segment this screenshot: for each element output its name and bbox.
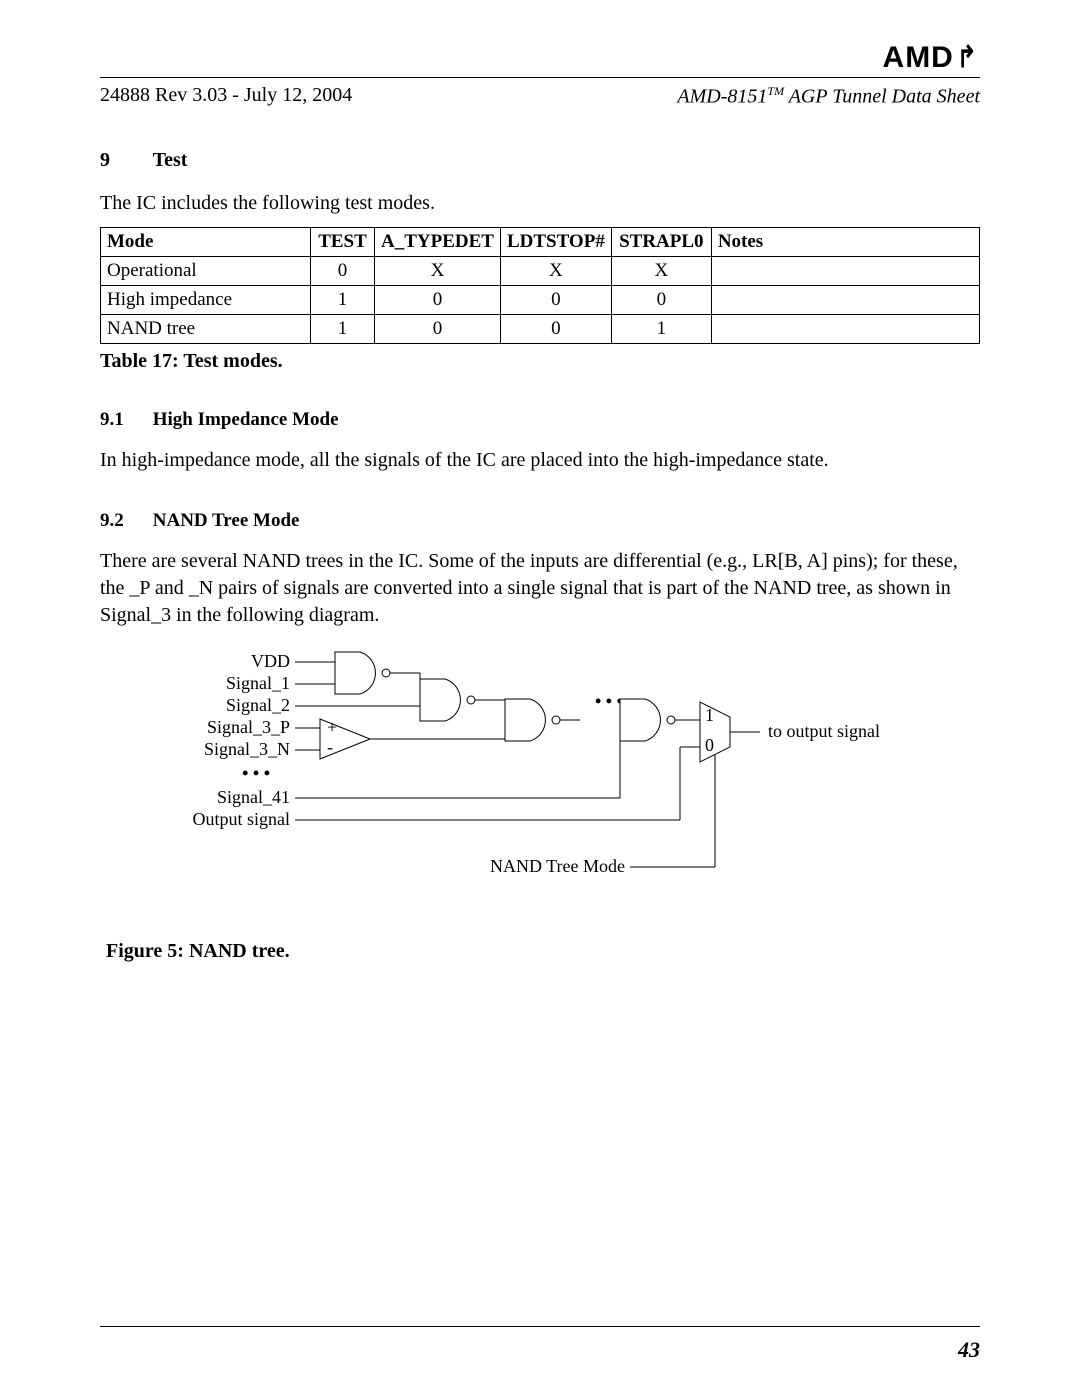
nand-tree-diagram: VDD Signal_1 Signal_2 Signal_3_P Signal_… [160,647,980,912]
figure-caption: Figure 5: NAND tree. [106,940,980,963]
cell-strap: 1 [611,314,711,343]
label-sig41: Signal_41 [217,787,290,807]
dots-mid: • • • [595,691,623,711]
cell-ldt: 0 [500,314,611,343]
mux-input-0: 0 [705,735,714,755]
cell-notes [711,285,979,314]
th-notes: Notes [711,227,979,256]
sub2-title: NAND Tree Mode [153,510,300,531]
subsection-heading-2: 9.2 NAND Tree Mode [100,510,980,532]
cell-mode: High impedance [101,285,311,314]
minus-label: - [327,737,333,757]
section-heading: 9 Test [100,149,980,172]
logo-arrow-icon: ↱ [956,40,977,75]
nand-tree-svg: VDD Signal_1 Signal_2 Signal_3_P Signal_… [160,647,880,907]
label-sig2: Signal_2 [226,695,290,715]
table-row: Operational 0 X X X [101,256,980,285]
sub1-title: High Impedance Mode [153,409,339,430]
cell-test: 1 [311,285,375,314]
label-outsig: Output signal [193,809,291,829]
doc-title-suffix: AGP Tunnel Data Sheet [784,86,980,108]
header-left: 24888 Rev 3.03 - July 12, 2004 [100,84,352,109]
intro-text: The IC includes the following test modes… [100,190,980,217]
sub2-num: 9.2 [100,510,148,532]
cell-ldt: 0 [500,285,611,314]
header-rule [100,77,980,78]
plus-label: + [327,717,337,737]
cell-test: 0 [311,256,375,285]
mux-input-1: 1 [705,705,714,725]
cell-test: 1 [311,314,375,343]
table-caption: Table 17: Test modes. [100,350,980,373]
cell-atype: 0 [375,285,501,314]
to-output-label: to output signal [768,721,880,741]
th-ldt: LDTSTOP# [500,227,611,256]
logo-text: AMD [883,41,954,74]
amd-logo: AMD↱ [100,40,980,75]
cell-mode: Operational [101,256,311,285]
th-mode: Mode [101,227,311,256]
cell-strap: X [611,256,711,285]
subsection-heading-1: 9.1 High Impedance Mode [100,409,980,431]
th-strap: STRAPL0 [611,227,711,256]
nand-mode-label: NAND Tree Mode [490,856,625,876]
sub1-num: 9.1 [100,409,148,431]
section-title: Test [153,149,188,171]
footer-rule [100,1326,980,1327]
tm-mark: TM [767,84,784,98]
label-dots-left: • • • [242,763,270,783]
header-row: 24888 Rev 3.03 - July 12, 2004 AMD-8151T… [100,84,980,109]
nand-gate-icon [505,699,560,741]
label-sig3n: Signal_3_N [204,739,290,759]
table-header-row: Mode TEST A_TYPEDET LDTSTOP# STRAPL0 Not… [101,227,980,256]
cell-ldt: X [500,256,611,285]
th-atype: A_TYPEDET [375,227,501,256]
cell-strap: 0 [611,285,711,314]
cell-atype: X [375,256,501,285]
cell-atype: 0 [375,314,501,343]
cell-notes [711,314,979,343]
sub2-body: There are several NAND trees in the IC. … [100,548,980,629]
nand-gate-icon [420,679,475,721]
test-modes-table: Mode TEST A_TYPEDET LDTSTOP# STRAPL0 Not… [100,227,980,344]
cell-mode: NAND tree [101,314,311,343]
section-number: 9 [100,149,148,172]
label-sig3p: Signal_3_P [207,717,290,737]
page: AMD↱ 24888 Rev 3.03 - July 12, 2004 AMD-… [0,0,1080,1397]
sub1-body: In high-impedance mode, all the signals … [100,447,980,474]
nand-gate-icon [620,699,675,741]
label-sig1: Signal_1 [226,673,290,693]
cell-notes [711,256,979,285]
label-vdd: VDD [251,651,290,671]
table-row: High impedance 1 0 0 0 [101,285,980,314]
doc-title-prefix: AMD-8151 [677,86,767,108]
nand-gate-icon [335,652,390,694]
table-row: NAND tree 1 0 0 1 [101,314,980,343]
th-test: TEST [311,227,375,256]
diff-amp-icon: + - [320,717,370,759]
page-number: 43 [958,1337,980,1363]
header-right: AMD-8151TM AGP Tunnel Data Sheet [677,84,980,109]
